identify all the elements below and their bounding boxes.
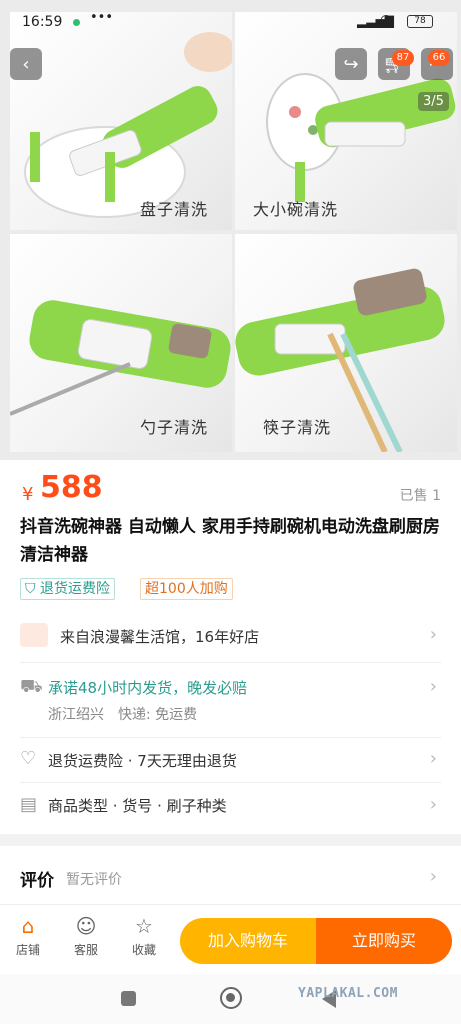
cart-count-badge: 87 <box>392 50 414 66</box>
divider <box>20 782 441 783</box>
guarantee-chevron-icon[interactable]: › <box>430 748 437 769</box>
message-count-badge: 66 <box>428 50 450 66</box>
share-button[interactable]: ↪ <box>335 48 367 80</box>
heart-icon: ♡ <box>20 748 37 769</box>
divider <box>20 737 441 738</box>
reviews-title: 评价 <box>20 871 54 891</box>
currency-symbol: ¥ <box>22 484 34 505</box>
shop-label: 来自浪漫馨生活馆，16年好店 <box>60 628 260 646</box>
share-icon: ↪ <box>343 53 359 75</box>
divider <box>20 662 441 663</box>
params-label: 商品类型 · 货号 · 刷子种类 <box>48 797 227 815</box>
add-to-cart-button[interactable]: 加入购物车 <box>180 918 316 964</box>
favorite-tab[interactable]: ☆ 收藏 <box>122 913 166 958</box>
guarantee-label[interactable]: 退货运费险 · 7天无理由退货 <box>48 750 237 771</box>
shield-check-icon: ⛉ <box>25 581 36 597</box>
gallery-image-bowl: 大小碗清洗 <box>235 12 457 230</box>
caption-chopsticks: 筷子清洗 <box>263 418 332 437</box>
sold-count: 已售 1 <box>399 488 441 504</box>
customer-service-tab[interactable]: ☺ 客服 <box>64 913 108 958</box>
caption-spoon: 勺子清洗 <box>140 418 209 437</box>
shop-tab[interactable]: ⌂ 店铺 <box>6 913 50 958</box>
shipping-location: 浙江绍兴 <box>48 707 104 723</box>
notification-dot-icon <box>73 19 80 26</box>
gallery-image-plate: 盘子清洗 <box>10 12 232 230</box>
home-icon[interactable] <box>220 987 242 1009</box>
gallery-pager: 3/5 <box>418 92 449 111</box>
clipboard-icon: ▤ <box>20 794 38 815</box>
product-price: 588 <box>40 470 103 505</box>
params-chevron-icon: › <box>429 794 437 815</box>
chat-face-icon: ☺ <box>75 914 97 938</box>
gallery-image-chopsticks: 筷子清洗 <box>235 234 457 452</box>
shipping-promise: 承诺48小时内发货，晚发必赔 <box>48 679 248 697</box>
store-icon: ⌂ <box>21 914 35 938</box>
reviews-subtitle: 暂无评价 <box>66 872 122 888</box>
favorite-tab-label: 收藏 <box>131 943 156 957</box>
wifi-icon: ◠ <box>380 12 393 28</box>
truck-icon: ⛟ <box>20 676 43 697</box>
status-time: 16:59 <box>22 14 63 30</box>
product-image-gallery[interactable]: 盘子清洗 大小碗清洗 勺子清洗 筷子清洗 16:59 ••• ▂▃▅▇ ◠ 78… <box>0 0 461 460</box>
reviews-chevron-icon: › <box>429 866 437 887</box>
shipping-chevron-icon[interactable]: › <box>430 676 437 697</box>
return-insurance-label: 退货运费险 <box>39 581 110 597</box>
star-icon: ☆ <box>135 914 153 938</box>
caption-plate: 盘子清洗 <box>140 200 209 219</box>
system-status-bar: 16:59 ••• ▂▃▅▇ ◠ 78 <box>0 0 461 44</box>
shop-tab-label: 店铺 <box>15 943 40 957</box>
status-more: ••• <box>90 10 114 25</box>
service-tab-label: 客服 <box>73 943 98 957</box>
recent-apps-icon[interactable] <box>121 991 136 1006</box>
shipping-delivery: 快递: 免运费 <box>118 707 198 723</box>
return-insurance-tag[interactable]: ⛉ 退货运费险 <box>20 578 115 600</box>
chevron-left-icon: ‹ <box>22 53 30 75</box>
caption-bowl: 大小碗清洗 <box>253 200 339 219</box>
back-button[interactable]: ‹ <box>10 48 42 80</box>
battery-icon: 78 <box>407 15 433 28</box>
buy-now-button[interactable]: 立即购买 <box>316 918 452 964</box>
watermark: YAPLAKAL.COM <box>298 986 398 1001</box>
added-to-cart-tag: 超100人加购 <box>140 578 233 600</box>
product-title: 抖音洗碗神器 自动懒人 家用手持刷碗机电动洗盘刷厨房清洁神器 <box>20 517 440 565</box>
bottom-action-bar: ⌂ 店铺 ☺ 客服 ☆ 收藏 加入购物车 立即购买 <box>0 904 461 974</box>
gallery-image-spoon: 勺子清洗 <box>10 234 232 452</box>
chevron-right-icon: › <box>429 624 437 645</box>
shop-icon <box>20 623 48 647</box>
